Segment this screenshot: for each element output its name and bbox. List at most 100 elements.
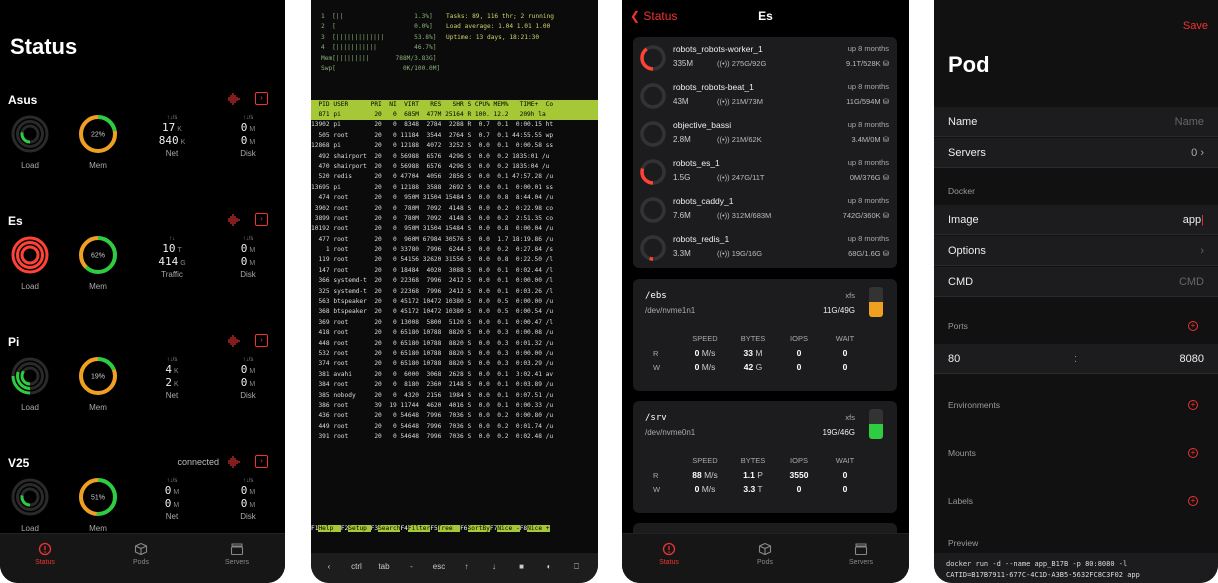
table-row[interactable]: 418 root 20 0 65180 10788 8820 S 0.0 0.3… — [311, 328, 598, 338]
net-metric-value-0: 0M — [142, 484, 202, 497]
container-row[interactable]: robots_caddy_1 up 8 months 7.6M ((•)) 312M/… — [633, 191, 897, 229]
process-table[interactable]: 871 pi 20 0 685M 477M 25164 R 100. 12.2 … — [311, 110, 598, 443]
fkey-f5[interactable]: F5Tree — [430, 524, 461, 534]
fkey-f2[interactable]: F2Setup — [341, 524, 371, 534]
table-row[interactable]: 449 root 20 0 54648 7996 7036 S 0.0 0.2 … — [311, 422, 598, 432]
table-row[interactable]: 369 root 20 0 13008 5800 5120 S 0.0 0.1 … — [311, 318, 598, 328]
table-row[interactable]: 384 root 20 0 8180 2360 2148 S 0.0 0.1 0… — [311, 380, 598, 390]
terminal-icon[interactable]: › — [255, 455, 268, 468]
table-row[interactable]: 374 root 20 0 65180 10788 8820 S 0.0 0.3… — [311, 359, 598, 369]
fkey-label: Help — [318, 525, 341, 532]
servers-row[interactable]: Servers 0 › — [934, 138, 1218, 168]
arrow-up-key[interactable]: ↑ — [455, 562, 479, 571]
table-row[interactable]: 385 nobody 20 0 4320 2156 1984 S 0.0 0.1… — [311, 391, 598, 401]
fkey-f6[interactable]: F6SortBy — [460, 524, 490, 534]
port-container-input[interactable]: 8080 — [1180, 353, 1204, 365]
table-row[interactable]: 492 shairport 20 0 56988 6576 4296 S 0.0… — [311, 152, 598, 162]
disk-fs: xfs — [845, 291, 855, 300]
disk-card[interactable]: /ebs/dev/nvme1n1 xfs 11G/49G SPEED BYTES IOPS… — [633, 279, 897, 391]
table-row[interactable]: 147 root 20 0 18484 4020 3088 S 0.0 0.1 … — [311, 266, 598, 276]
terminal-icon[interactable]: › — [255, 213, 268, 226]
tab-servers[interactable]: Servers — [831, 542, 891, 566]
container-row[interactable]: robots_robots-worker_1 up 8 months 335M ((•… — [633, 39, 897, 77]
fkey-f3[interactable]: F3Search — [371, 524, 401, 534]
back-key[interactable]: ‹ — [317, 562, 341, 571]
net-metric-value-1: 840 K — [142, 134, 202, 147]
table-row[interactable]: 391 root 20 0 54648 7996 7036 S 0.0 0.2 … — [311, 432, 598, 442]
tab-pods[interactable]: Pods — [735, 542, 795, 566]
options-row[interactable]: Options › — [934, 236, 1218, 266]
table-row[interactable]: 448 root 20 0 65180 10788 8820 S 0.0 0.3… — [311, 339, 598, 349]
name-input[interactable]: Name — [1175, 116, 1204, 128]
table-row[interactable]: 381 avahi 20 0 6000 3068 2628 S 0.0 0.1 … — [311, 370, 598, 380]
ctrl-key[interactable]: ctrl — [345, 562, 369, 571]
net-metric-value-1: 0M — [142, 497, 202, 510]
port-host-input[interactable]: 80 — [948, 353, 960, 365]
table-row[interactable]: 470 shairport 20 0 56988 6576 4296 S 0.0… — [311, 162, 598, 172]
waveform-icon[interactable] — [227, 334, 241, 348]
port-row[interactable]: 80 : 8080 — [934, 344, 1218, 374]
table-row[interactable]: 3899 root 20 0 780M 7092 4148 S 0.0 0.2 … — [311, 214, 598, 224]
fkey-f7[interactable]: F7Nice - — [490, 524, 520, 534]
server-card-pi[interactable]: Pi › Load 19% Mem ↑↓/s 4 K 2 K Net ↑↓/s 0 M 0 M Disk — [0, 334, 285, 455]
table-row[interactable]: 477 root 20 0 960M 67984 30576 S 0.0 1.7… — [311, 235, 598, 245]
table-row[interactable]: 436 root 20 0 54648 7996 7036 S 0.0 0.2 … — [311, 411, 598, 421]
table-row[interactable]: 505 root 20 0 11184 3544 2764 S 0.7 0.1 … — [311, 131, 598, 141]
container-row[interactable]: robots_es_1 up 8 months 1.5G ((•)) 247G/11T… — [633, 153, 897, 191]
add-mount-icon[interactable]: + — [1188, 448, 1198, 458]
image-field[interactable]: Image app| — [934, 205, 1218, 235]
terminal-icon[interactable]: › — [255, 334, 268, 347]
table-row[interactable]: 325 systemd-t 20 0 22368 7996 2412 S 0.0… — [311, 287, 598, 297]
waveform-icon[interactable] — [227, 213, 241, 227]
container-row[interactable]: objective_bassi up 8 months 2.8M ((•)) 21M/… — [633, 115, 897, 153]
container-row[interactable]: robots_robots-beat_1 up 8 months 43M ((•)) … — [633, 77, 897, 115]
table-row[interactable]: 119 root 20 0 54156 32620 31556 S 0.0 0.… — [311, 255, 598, 265]
dash-key[interactable]: - — [400, 562, 424, 571]
save-button[interactable]: Save — [1183, 20, 1208, 32]
table-row[interactable]: 386 root 39 19 11744 4620 4016 S 0.0 0.1… — [311, 401, 598, 411]
tab-status[interactable]: Status — [15, 542, 75, 566]
fkey-f4[interactable]: F4Filter — [400, 524, 431, 534]
cmd-input[interactable]: CMD — [1179, 276, 1204, 288]
table-row[interactable]: 474 root 20 0 950M 31504 15484 S 0.0 0.8… — [311, 193, 598, 203]
cmd-field[interactable]: CMD CMD — [934, 267, 1218, 297]
add-environment-icon[interactable]: + — [1188, 400, 1198, 410]
table-row[interactable]: 13902 pi 20 0 8348 2784 2288 R 0.7 0.1 0… — [311, 120, 598, 130]
server-card-asus[interactable]: Asus › Load 22% Mem ↑↓/s 17 K 840 K Net ↑↓/s 0 M 0 M Dis… — [0, 92, 285, 213]
table-row[interactable]: 532 root 20 0 65180 10788 8820 S 0.0 0.3… — [311, 349, 598, 359]
table-row[interactable]: 871 pi 20 0 685M 477M 25164 R 100. 12.2 … — [311, 110, 598, 121]
fkey-number: F6 — [460, 525, 468, 532]
tab-status[interactable]: Status — [639, 542, 699, 566]
contrast-key[interactable]: ◐ — [537, 562, 561, 571]
image-input[interactable]: app| — [1183, 214, 1204, 226]
container-row[interactable]: robots_redis_1 up 8 months 3.3M ((•)) 19G/1… — [633, 229, 897, 267]
tab-pods[interactable]: Pods — [111, 542, 171, 566]
add-label-icon[interactable]: + — [1188, 496, 1198, 506]
table-row[interactable]: 563 btspeaker 20 0 45172 10472 10380 S 0… — [311, 297, 598, 307]
copy-key[interactable]: ■ — [510, 562, 534, 571]
table-row[interactable]: 368 btspeaker 20 0 45172 10472 10380 S 0… — [311, 307, 598, 317]
connection-status: connected — [177, 457, 219, 467]
fkey-f8[interactable]: F8Nice + — [520, 524, 550, 534]
table-row[interactable]: 10192 root 20 0 950M 31504 15484 S 0.0 0… — [311, 224, 598, 234]
table-row[interactable]: 520 redis 20 0 47704 4056 2856 S 0.0 0.1… — [311, 172, 598, 182]
table-row[interactable]: 1 root 20 0 33780 7996 6244 S 0.0 0.2 0:… — [311, 245, 598, 255]
table-row[interactable]: 366 systemd-t 20 0 22368 7996 2412 S 0.0… — [311, 276, 598, 286]
add-port-icon[interactable]: + — [1188, 321, 1198, 331]
name-field[interactable]: Name Name — [934, 107, 1218, 137]
network-icon: ((•)) — [717, 135, 732, 144]
waveform-icon[interactable] — [227, 455, 241, 469]
esc-key[interactable]: esc — [427, 562, 451, 571]
fkey-f1[interactable]: F1Help — [311, 524, 341, 534]
server-card-es[interactable]: Es › Load 62% Mem ↑↓ 10 T 414 G Traffic ↑↓/s 0 M 0 M Dis… — [0, 213, 285, 334]
disk-card[interactable]: /srv/dev/nvme0n1 xfs 19G/46G SPEED BYTES IOPS… — [633, 401, 897, 513]
table-row[interactable]: 13695 pi 20 0 12188 3588 2692 S 0.0 0.1 … — [311, 183, 598, 193]
terminal-icon[interactable]: › — [255, 92, 268, 105]
waveform-icon[interactable] — [227, 92, 241, 106]
table-row[interactable]: 3902 root 20 0 780M 7092 4148 S 0.0 0.2 … — [311, 204, 598, 214]
tab-servers[interactable]: Servers — [207, 542, 267, 566]
keyboard-key[interactable]: ⎕ — [565, 562, 589, 572]
tab-key[interactable]: tab — [372, 562, 396, 571]
arrow-down-key[interactable]: ↓ — [482, 562, 506, 571]
table-row[interactable]: 12868 pi 20 0 12188 4072 3252 S 0.0 0.1 … — [311, 141, 598, 151]
